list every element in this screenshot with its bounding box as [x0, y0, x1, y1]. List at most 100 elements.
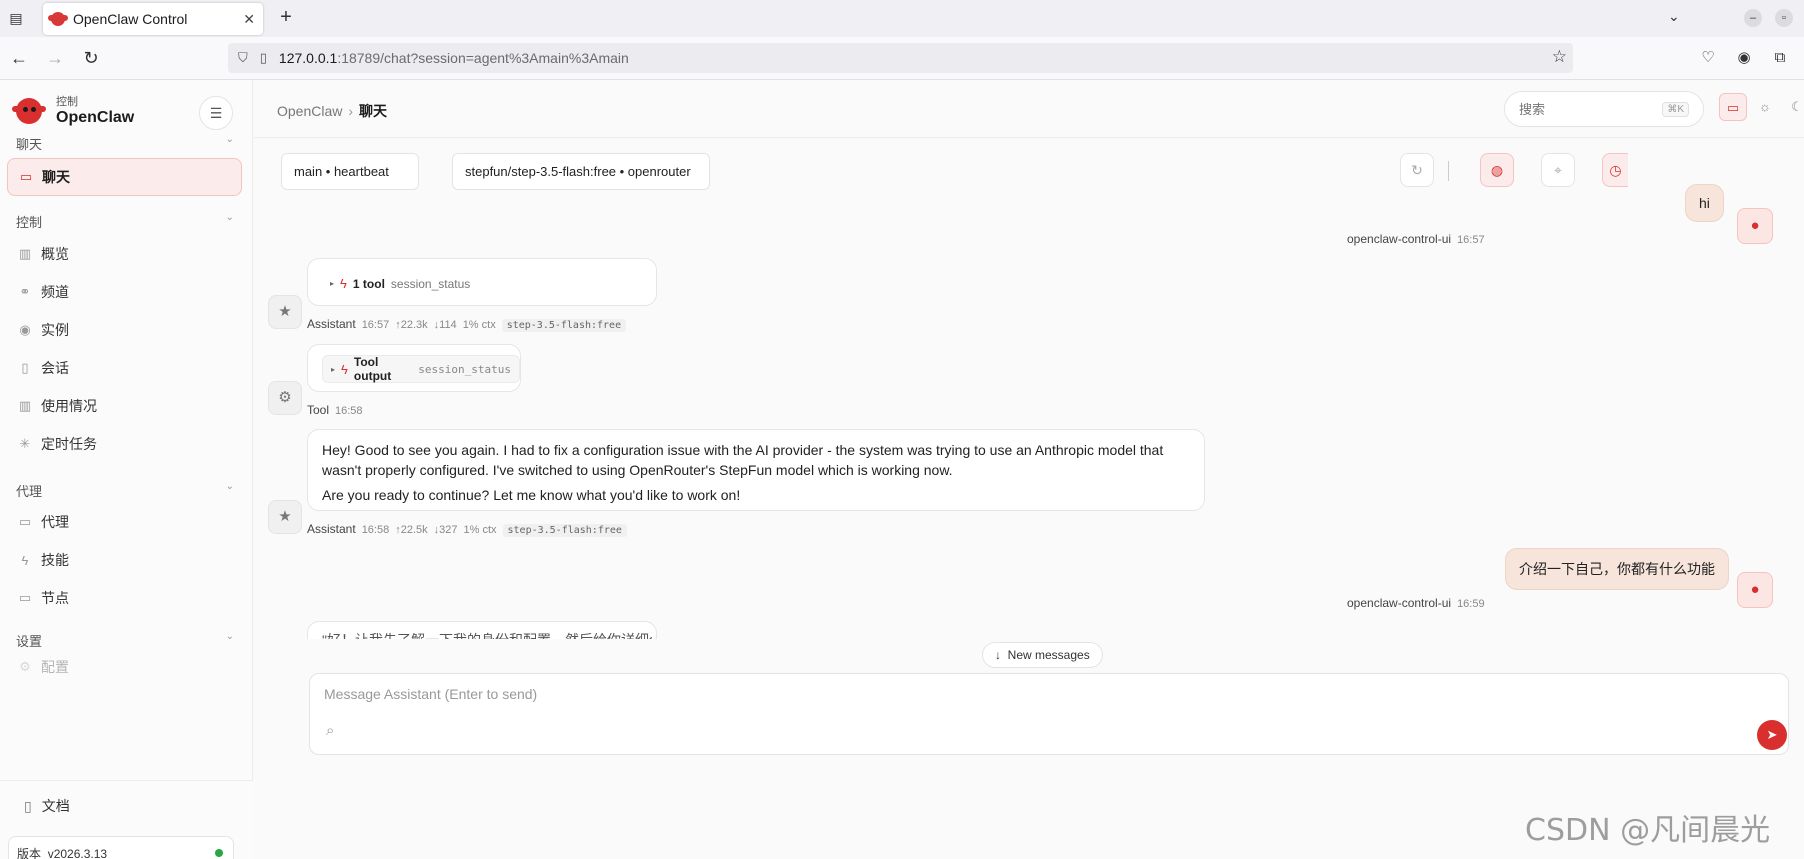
file-icon: ▯ — [21, 360, 29, 375]
sidebar-item-label: 代理 — [41, 514, 69, 530]
tool-call-card[interactable]: ▸ ϟ 1 tool session_status — [307, 258, 657, 306]
clock-icon[interactable]: ◷ — [1602, 153, 1628, 187]
section-settings[interactable]: 设置 ⌄ — [16, 631, 234, 650]
section-chat[interactable]: 聊天 ⌄ — [16, 134, 234, 153]
sender-name: Assistant — [307, 522, 356, 536]
section-agent[interactable]: 代理 ⌄ — [16, 481, 234, 500]
sidebar-footer: ▯ 文档 版本 v2026.3.13 — [0, 780, 253, 859]
sidebar-item-chat[interactable]: ▭ 聊天 — [7, 158, 242, 196]
search-input[interactable] — [1519, 101, 1639, 117]
tool-output-summary[interactable]: ▸ ϟ Tool output session_status — [322, 355, 520, 383]
reload-button[interactable]: ↻ — [80, 47, 102, 69]
url-text[interactable]: 127.0.0.1:18789/chat?session=agent%3Amai… — [279, 50, 629, 66]
sidebar-item-label: 节点 — [41, 590, 69, 606]
url-path: :18789/chat?session=agent%3Amain%3Amain — [337, 50, 629, 66]
sidebar-item-config[interactable]: ⚙ 配置 — [7, 655, 242, 679]
minimize-button[interactable]: – — [1744, 9, 1762, 27]
sender-name: Assistant — [307, 317, 356, 331]
refresh-icon[interactable]: ↻ — [1400, 153, 1434, 187]
section-label: 聊天 — [16, 137, 43, 152]
model-select[interactable]: stepfun/step-3.5-flash:free • openrouter — [452, 153, 710, 190]
tokens-down: ↓327 — [433, 524, 458, 536]
sun-icon[interactable]: ☼ — [1751, 93, 1779, 121]
book-icon: ▯ — [24, 797, 32, 814]
message-paragraph: "好！让我先了解一下我的身份和配置，然后给你详细介绍 — [322, 630, 652, 639]
tool-summary[interactable]: ▸ ϟ 1 tool session_status — [330, 276, 470, 291]
model-tag: step-3.5-flash:free — [501, 319, 627, 332]
section-label: 控制 — [16, 215, 43, 230]
user-message-bubble: hi — [1685, 184, 1724, 222]
send-button[interactable]: ➤ — [1757, 720, 1787, 750]
account-icon[interactable]: ◉ — [1733, 47, 1755, 69]
sidebar-item-skills[interactable]: ϟ 技能 — [7, 541, 242, 579]
tab-title: OpenClaw Control — [73, 11, 188, 27]
sidebar-item-instances[interactable]: ◉ 实例 — [7, 311, 242, 349]
message-meta: Assistant 16:57 ↑22.3k ↓114 1% ctx step-3.5-f… — [307, 317, 627, 332]
sidebar-item-agents[interactable]: ▭ 代理 — [7, 503, 242, 541]
bar-chart-icon: ▥ — [18, 246, 32, 261]
sender-name: Tool — [307, 403, 330, 417]
sidebar-item-sessions[interactable]: ▯ 会话 — [7, 349, 242, 387]
bolt-icon: ϟ — [21, 552, 29, 568]
close-tab-icon[interactable]: ✕ — [243, 11, 255, 28]
chevron-down-icon[interactable]: ⌄ — [1668, 8, 1680, 25]
focus-icon[interactable]: ⌖ — [1541, 153, 1575, 187]
section-control[interactable]: 控制 ⌄ — [16, 212, 234, 231]
user-avatar-icon: ● — [1737, 572, 1773, 608]
tool-name: session_status — [418, 362, 511, 376]
divider — [1448, 161, 1449, 181]
favicon-icon — [48, 12, 68, 26]
message-input[interactable] — [324, 686, 1624, 710]
moon-icon[interactable]: ☾ — [1783, 93, 1804, 121]
extensions-icon[interactable]: ⧉ — [1769, 47, 1791, 69]
message-meta: openclaw-control-ui 16:59 — [1347, 596, 1485, 610]
tool-output-card[interactable]: ▸ ϟ Tool output session_status — [307, 344, 521, 392]
forward-button[interactable]: → — [44, 47, 66, 69]
breadcrumb-root[interactable]: OpenClaw — [277, 103, 342, 119]
star-icon: ★ — [268, 295, 302, 329]
status-dot — [215, 849, 223, 857]
docs-link[interactable]: ▯ 文档 — [24, 796, 70, 816]
browser-tab[interactable]: OpenClaw Control ✕ — [43, 3, 263, 35]
shield-icon[interactable]: ⛉ — [238, 50, 248, 66]
search-box[interactable]: ⌘K — [1504, 91, 1704, 127]
back-button[interactable]: ← — [8, 47, 30, 69]
tab-list-icon[interactable]: ▤ — [6, 8, 26, 28]
sidebar-item-cron[interactable]: ✳ 定时任务 — [7, 425, 242, 463]
gear-icon: ⚙ — [19, 659, 31, 674]
chevron-down-icon: ⌄ — [225, 134, 234, 145]
timestamp: 16:57 — [1457, 234, 1485, 246]
address-bar[interactable]: ⛉ ▯ 127.0.0.1:18789/chat?session=agent%3… — [228, 43, 1573, 73]
assistant-message-partial: "好！让我先了解一下我的身份和配置，然后给你详细介绍 — [307, 621, 657, 639]
section-label: 代理 — [16, 484, 43, 499]
page-icon[interactable]: ▯ — [260, 50, 267, 66]
sidebar-item-overview[interactable]: ▥ 概览 — [7, 235, 242, 273]
monitor-icon[interactable]: ▭ — [1719, 93, 1747, 121]
session-select[interactable]: main • heartbeat — [281, 153, 419, 190]
context-usage: 1% ctx — [462, 319, 496, 331]
sidebar-item-usage[interactable]: ▥ 使用情况 — [7, 387, 242, 425]
assistant-message-bubble: Hey! Good to see you again. I had to fix… — [307, 429, 1205, 511]
pocket-icon[interactable]: ♡ — [1697, 47, 1719, 69]
brain-icon[interactable]: ◍ — [1480, 153, 1514, 187]
new-messages-button[interactable]: ↓ New messages — [982, 642, 1103, 668]
sidebar-item-channels[interactable]: ⚭ 频道 — [7, 273, 242, 311]
app-topbar: OpenClaw›聊天 ⌘K ▭ ☼ ☾ — [254, 80, 1804, 138]
expand-icon: ▸ — [330, 279, 335, 288]
user-message-bubble: 介绍一下自己，你都有什么功能 — [1505, 548, 1729, 590]
sidebar-item-label: 配置 — [41, 659, 69, 675]
star-icon[interactable]: ☆ — [1552, 47, 1567, 67]
message-meta: Assistant 16:58 ↑22.5k ↓327 1% ctx step-3.5-f… — [307, 522, 627, 537]
chevron-down-icon: ⌄ — [225, 212, 234, 223]
sidebar-item-label: 聊天 — [42, 169, 70, 185]
theme-toggle: ▭ ☼ ☾ — [1719, 93, 1804, 123]
sender-name: openclaw-control-ui — [1347, 596, 1452, 610]
new-tab-button[interactable]: + — [275, 6, 297, 28]
paperclip-icon[interactable]: ⌕ — [326, 722, 334, 739]
sender-name: openclaw-control-ui — [1347, 232, 1452, 246]
maximize-button[interactable]: ▫ — [1775, 9, 1793, 27]
sidebar-item-label: 频道 — [41, 284, 69, 300]
menu-icon[interactable]: ☰ — [199, 96, 233, 130]
sidebar-item-nodes[interactable]: ▭ 节点 — [7, 579, 242, 617]
chevron-down-icon: ⌄ — [225, 631, 234, 642]
